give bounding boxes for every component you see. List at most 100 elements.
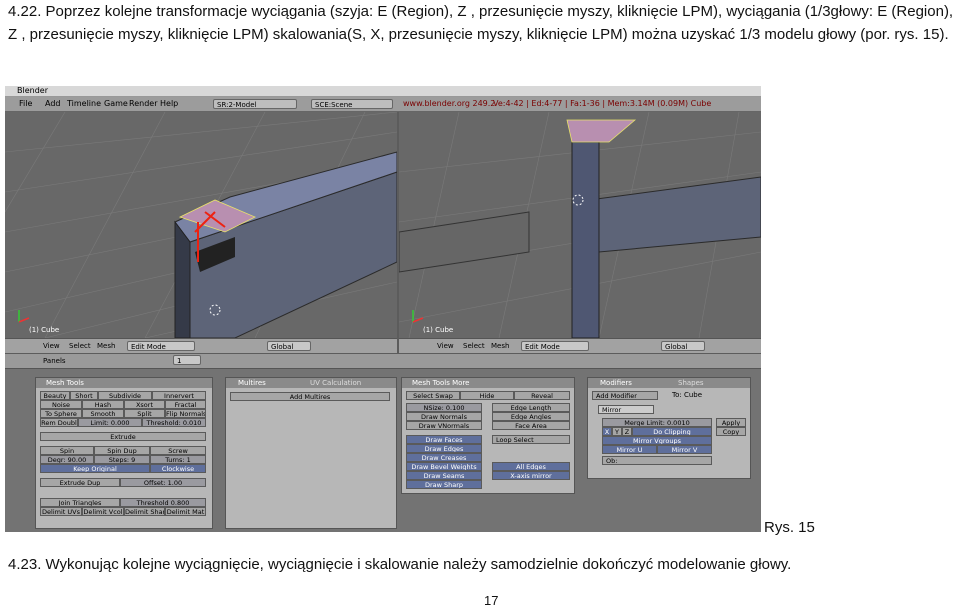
mesh-tools-panel: Mesh Tools Beauty Short Subdivide Innerv… — [35, 377, 213, 529]
draw-seams-toggle[interactable]: Draw Seams — [406, 471, 482, 480]
draw-bevel-weights-toggle[interactable]: Draw Bevel Weights — [406, 462, 482, 471]
right-view-menu[interactable]: View — [437, 342, 454, 350]
all-edges-toggle[interactable]: All Edges — [492, 462, 570, 471]
draw-creases-toggle[interactable]: Draw Creases — [406, 453, 482, 462]
apply-button[interactable]: Apply — [716, 418, 746, 427]
draw-vnormals-toggle[interactable]: Draw VNormals — [406, 421, 482, 430]
join-triangles-button[interactable]: Join Triangles — [40, 498, 120, 507]
face-area-toggle[interactable]: Face Area — [492, 421, 570, 430]
edge-angles-toggle[interactable]: Edge Angles — [492, 412, 570, 421]
uv-calculation-tab[interactable]: UV Calculation — [310, 378, 361, 388]
delimit-uvs-toggle[interactable]: Delimit UVs — [40, 507, 82, 516]
mirror-x-toggle[interactable]: X — [602, 427, 612, 436]
delimit-sharp-toggle[interactable]: Delimit Sharp — [124, 507, 165, 516]
copy-button[interactable]: Copy — [716, 427, 746, 436]
degrees-field[interactable]: Degr: 90.00 — [40, 455, 94, 464]
noise-button[interactable]: Noise — [40, 400, 82, 409]
reveal-button[interactable]: Reveal — [514, 391, 570, 400]
loop-select-dropdown[interactable]: Loop Select — [492, 435, 570, 444]
left-orientation-select[interactable]: Global — [267, 341, 311, 351]
multires-tab[interactable]: Multires — [238, 378, 266, 388]
edge-length-toggle[interactable]: Edge Length — [492, 403, 570, 412]
modifiers-tab[interactable]: Modifiers — [600, 378, 632, 388]
merge-limit-field[interactable]: Merge Limit: 0.0010 — [602, 418, 712, 427]
delimit-mat-toggle[interactable]: Delimit Mat — [165, 507, 206, 516]
menu-render[interactable]: Render — [129, 99, 157, 108]
menu-game[interactable]: Game — [104, 99, 128, 108]
hide-button[interactable]: Hide — [460, 391, 514, 400]
x-axis-mirror-toggle[interactable]: X-axis mirror — [492, 471, 570, 480]
modifiers-panel: Modifiers Shapes Add Modifier To: Cube M… — [587, 377, 751, 479]
menu-help[interactable]: Help — [160, 99, 178, 108]
mesh-tools-more-title: Mesh Tools More — [402, 378, 574, 388]
mirror-u-toggle[interactable]: Mirror U — [602, 445, 657, 454]
menu-file[interactable]: File — [19, 99, 32, 108]
clockwise-toggle[interactable]: Clockwise — [150, 464, 206, 473]
offset-field[interactable]: Offset: 1.00 — [120, 478, 206, 487]
flip-normals-button[interactable]: Flip Normals — [165, 409, 206, 418]
hash-button[interactable]: Hash — [82, 400, 124, 409]
screw-button[interactable]: Screw — [150, 446, 206, 455]
add-modifier-button[interactable]: Add Modifier — [592, 391, 658, 400]
extrude-dup-button[interactable]: Extrude Dup — [40, 478, 120, 487]
mirror-vgroups-toggle[interactable]: Mirror Vgroups — [602, 436, 712, 445]
do-clipping-toggle[interactable]: Do Clipping — [632, 427, 712, 436]
modifier-target: To: Cube — [672, 391, 703, 399]
split-button[interactable]: Split — [124, 409, 165, 418]
menu-timeline[interactable]: Timeline — [67, 99, 101, 108]
spin-dup-button[interactable]: Spin Dup — [94, 446, 150, 455]
right-orientation-select[interactable]: Global — [661, 341, 705, 351]
right-viewport-render — [399, 112, 761, 338]
extrude-button[interactable]: Extrude — [40, 432, 206, 441]
mirror-z-toggle[interactable]: Z — [622, 427, 632, 436]
mirror-modifier-name[interactable]: Mirror — [598, 405, 654, 414]
right-mode-select[interactable]: Edit Mode — [521, 341, 589, 351]
beauty-toggle[interactable]: Beauty — [40, 391, 70, 400]
join-threshold-field[interactable]: Threshold 0.800 — [120, 498, 206, 507]
steps-field[interactable]: Steps: 9 — [94, 455, 150, 464]
mirror-v-toggle[interactable]: Mirror V — [657, 445, 712, 454]
xsort-button[interactable]: Xsort — [124, 400, 165, 409]
left-mode-select[interactable]: Edit Mode — [127, 341, 195, 351]
to-sphere-button[interactable]: To Sphere — [40, 409, 82, 418]
select-swap-button[interactable]: Select Swap — [406, 391, 460, 400]
left-view-menu[interactable]: View — [43, 342, 60, 350]
shapes-tab[interactable]: Shapes — [678, 378, 704, 388]
short-toggle[interactable]: Short — [70, 391, 98, 400]
buttons-header: Panels 1 — [5, 354, 761, 369]
draw-sharp-toggle[interactable]: Draw Sharp — [406, 480, 482, 489]
screen-select[interactable]: SR:2-Model — [213, 99, 297, 109]
menu-add[interactable]: Add — [45, 99, 61, 108]
mirror-y-toggle[interactable]: Y — [612, 427, 622, 436]
right-viewport-label: (1) Cube — [423, 326, 454, 334]
mirror-object-field[interactable]: Ob: — [602, 456, 712, 465]
keep-original-toggle[interactable]: Keep Original — [40, 464, 150, 473]
fractal-button[interactable]: Fractal — [165, 400, 206, 409]
blender-screenshot: Blender File Add Timeline Game Render He… — [5, 86, 761, 532]
draw-normals-toggle[interactable]: Draw Normals — [406, 412, 482, 421]
right-select-menu[interactable]: Select — [463, 342, 485, 350]
spin-button[interactable]: Spin — [40, 446, 94, 455]
mesh-tools-more-panel: Mesh Tools More Select Swap Hide Reveal … — [401, 377, 575, 494]
add-multires-button[interactable]: Add Multires — [230, 392, 390, 401]
rem-doubles-button[interactable]: Rem Doubl — [40, 418, 78, 427]
delimit-vcol-toggle[interactable]: Delimit Vcol — [82, 507, 124, 516]
draw-faces-toggle[interactable]: Draw Faces — [406, 435, 482, 444]
left-mesh-menu[interactable]: Mesh — [97, 342, 115, 350]
subdivide-button[interactable]: Subdivide — [98, 391, 152, 400]
limit-field[interactable]: Limit: 0.000 — [78, 418, 142, 427]
right-3d-viewport[interactable]: (1) Cube — [399, 112, 761, 338]
smooth-button[interactable]: Smooth — [82, 409, 124, 418]
threshold-field[interactable]: Threshold: 0.010 — [142, 418, 206, 427]
right-mesh-menu[interactable]: Mesh — [491, 342, 509, 350]
draw-edges-toggle[interactable]: Draw Edges — [406, 444, 482, 453]
innervert-button[interactable]: Innervert — [152, 391, 206, 400]
nsize-field[interactable]: NSize: 0.100 — [406, 403, 482, 412]
panels-menu[interactable]: Panels — [43, 357, 66, 365]
left-3d-viewport[interactable]: (1) Cube — [5, 112, 397, 338]
panels-number[interactable]: 1 — [173, 355, 201, 365]
scene-select[interactable]: SCE:Scene — [311, 99, 393, 109]
turns-field[interactable]: Turns: 1 — [150, 455, 206, 464]
page-number: 17 — [484, 593, 499, 608]
left-select-menu[interactable]: Select — [69, 342, 91, 350]
